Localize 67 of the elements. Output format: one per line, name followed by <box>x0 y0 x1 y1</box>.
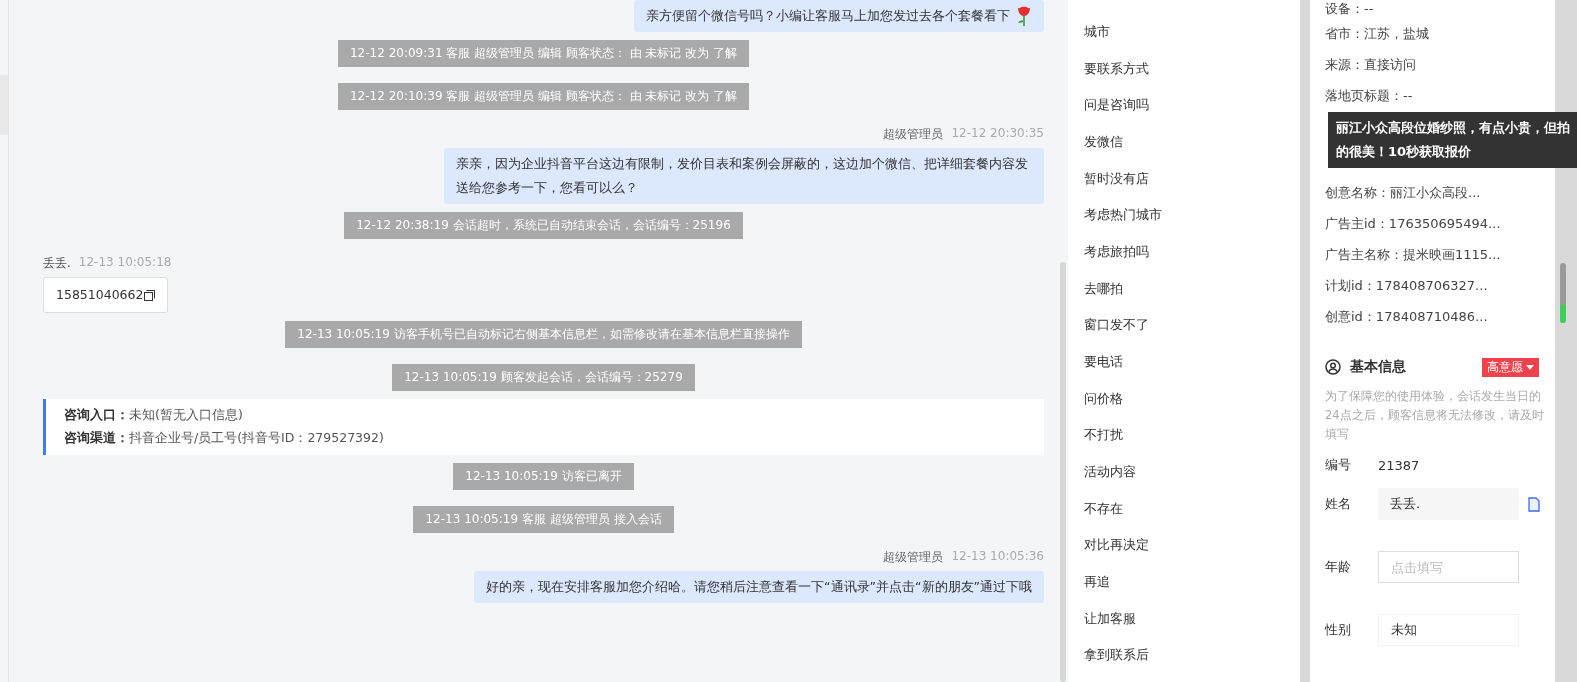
field-label: 性别 <box>1325 621 1352 639</box>
sender-name: 超级管理员 <box>883 126 944 143</box>
quick-reply-item[interactable]: 去哪拍 <box>1084 278 1162 316</box>
quick-reply-item[interactable]: 再追 <box>1084 572 1162 609</box>
source-info-row-text: 广告主名称：提米映画1115... <box>1325 248 1502 264</box>
system-notice: 12-13 10:05:19 访客手机号已自动标记右侧基本信息栏，如需修改请在基本信息栏直接操作 <box>285 321 802 348</box>
message-time: 12-13 10:05:36 <box>951 549 1044 565</box>
quick-reply-item[interactable]: 对比再决定 <box>1084 535 1162 573</box>
source-info-row-text: 创意id：178408710486... <box>1325 310 1489 326</box>
scrollbar[interactable] <box>1560 263 1566 323</box>
copy-icon[interactable] <box>144 289 156 301</box>
source-info-row-text: 广告主id：176350695494... <box>1325 217 1502 233</box>
quick-reply-item[interactable]: 要电话 <box>1084 352 1162 389</box>
source-info-row-text: 省市：江苏，盐城 <box>1325 27 1430 43</box>
rose-icon <box>1016 5 1032 27</box>
source-info-row-text: 设备：-- <box>1325 2 1375 18</box>
field-label: 姓名 <box>1325 495 1352 513</box>
document-icon[interactable] <box>1528 496 1540 512</box>
agent-message: 好的亲，现在安排客服加您介绍哈。请您稍后注意查看一下“通讯录”并点击“新的朋友”通过下哦 <box>474 571 1044 603</box>
visitor-message: 15851040662 <box>43 277 169 313</box>
sender-name: 超级管理员 <box>883 549 944 566</box>
sender-name: 丢丢. <box>43 255 71 272</box>
field-label: 年龄 <box>1325 558 1352 576</box>
agent-message: 亲方便留个微信号吗？小编让客服马上加您发过去各个套餐看下 <box>634 0 1044 32</box>
scrollbar[interactable] <box>1060 262 1066 682</box>
info-value: 未知(暂无入口信息) <box>129 407 243 422</box>
field-value: 21387 <box>1378 457 1420 473</box>
quick-reply-item[interactable]: 不存在 <box>1084 498 1162 536</box>
gender-field[interactable]: 未知 <box>1378 614 1519 646</box>
agent-message: 亲亲，因为企业抖音平台这边有限制，发价目表和案例会屏蔽的，这边加个微信、把详细套餐内容发送给您参考一下，您看可以么？ <box>444 148 1044 204</box>
quick-reply-item[interactable]: 要联系方式 <box>1084 58 1162 96</box>
quick-reply-item[interactable]: 窗口发不了 <box>1084 315 1162 353</box>
system-notice: 12-12 20:10:39 客服 超级管理员 编辑 顾客状态： 由 未标记 改为 了解 <box>337 83 750 110</box>
source-info-row-text: 落地页标题：-- <box>1325 89 1414 105</box>
source-info-row-text: 来源：直接访问 <box>1325 58 1417 74</box>
quick-reply-item[interactable]: 问是咨询吗 <box>1084 95 1162 132</box>
message-time: 12-13 10:05:18 <box>78 255 172 271</box>
quick-reply-item[interactable]: 暂时没有店 <box>1084 168 1162 206</box>
intent-tag-dropdown[interactable]: 高意愿 <box>1482 357 1539 377</box>
system-notice: 12-12 20:09:31 客服 超级管理员 编辑 顾客状态： 由 未标记 改为 了解 <box>337 40 750 67</box>
info-note: 为了保障您的使用体验，会话发生当日的24点之后，顾客信息将无法修改，请及时填写 <box>1325 388 1545 443</box>
quick-reply-item[interactable]: 发微信 <box>1084 132 1162 169</box>
quick-reply-item[interactable]: 不打扰 <box>1084 425 1162 463</box>
system-notice: 12-12 20:38:19 会话超时，系统已自动结束会话，会话编号：25196 <box>344 212 743 239</box>
quick-reply-item[interactable]: 考虑旅拍吗 <box>1084 242 1162 279</box>
message-time: 12-12 20:30:35 <box>951 126 1044 142</box>
quick-reply-item[interactable]: 考虑热门城市 <box>1084 205 1162 243</box>
tooltip: 丽江小众高段位婚纱照，有点小贵，但拍的很美！10秒获取报价 <box>1328 112 1577 168</box>
quick-reply-item[interactable]: 城市 <box>1084 22 1162 59</box>
system-notice: 12-13 10:05:19 客服 超级管理员 接入会话 <box>413 506 674 533</box>
section-title: 基本信息 <box>1350 358 1407 376</box>
info-label: 咨询入口： <box>64 407 129 422</box>
quick-reply-item[interactable]: 问价格 <box>1084 388 1162 426</box>
info-value: 抖音企业号/员工号(抖音号ID：279527392) <box>129 430 384 445</box>
caret-icon <box>1526 364 1534 370</box>
info-label: 咨询渠道： <box>64 430 129 445</box>
system-notice: 12-13 10:05:19 顾客发起会话，会话编号：25279 <box>392 364 695 391</box>
field-label: 编号 <box>1325 456 1352 474</box>
quick-reply-item[interactable]: 活动内容 <box>1084 462 1162 499</box>
quick-reply-item[interactable]: 拿到联系后 <box>1084 645 1162 682</box>
system-notice: 12-13 10:05:19 访客已离开 <box>453 463 634 490</box>
user-icon <box>1325 359 1341 375</box>
quick-reply-item[interactable]: 让加客服 <box>1084 608 1162 646</box>
name-field[interactable]: 丢丢. <box>1378 488 1519 520</box>
source-info-row-text: 计划id：178408706327... <box>1325 279 1489 295</box>
source-info-row-text: 创意名称：丽江小众高段... <box>1325 186 1482 202</box>
age-field[interactable]: 点击填写 <box>1378 551 1519 583</box>
